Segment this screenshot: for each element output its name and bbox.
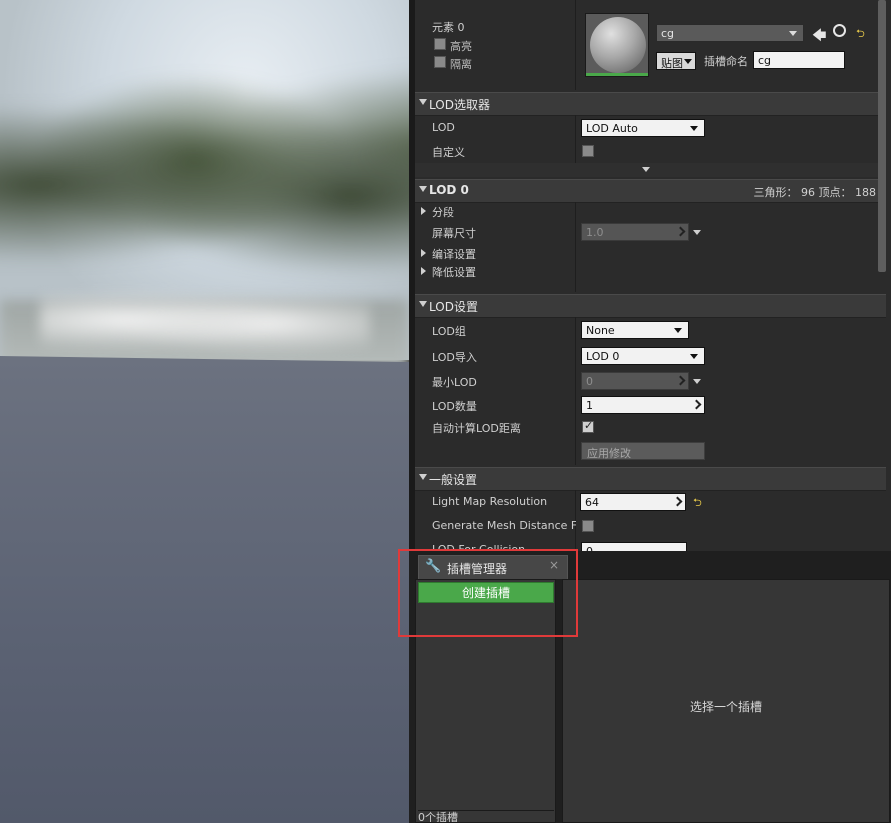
mesh-distance-label: Generate Mesh Distance Fiel <box>432 519 576 532</box>
viewport-floor <box>0 356 409 823</box>
isolate-checkbox[interactable] <box>434 56 446 68</box>
category-general-settings[interactable]: 一般设置 <box>415 467 886 491</box>
reset-icon[interactable]: ⮌ <box>693 494 702 513</box>
element-label: 元素 0 <box>432 21 465 34</box>
material-thumbnail[interactable] <box>585 13 649 77</box>
chevron-down-icon <box>690 354 698 359</box>
chevron-down-icon <box>690 126 698 131</box>
light-map-input[interactable]: 64 <box>580 493 686 511</box>
category-title: LOD 0 <box>429 183 469 197</box>
lod-count-label: LOD数量 <box>432 400 477 413</box>
expand-right-icon[interactable] <box>421 207 426 215</box>
custom-label: 自定义 <box>432 146 465 159</box>
collapse-icon <box>419 301 427 307</box>
empty-message: 选择一个插槽 <box>689 700 762 714</box>
screen-size-label: 屏幕尺寸 <box>432 227 476 240</box>
apply-changes-label: 应用修改 <box>587 447 631 460</box>
lod-import-label: LOD导入 <box>432 351 477 364</box>
auto-compute-checkbox[interactable] <box>582 419 594 433</box>
lod0-stats: 三角形： 96 顶点： 188 <box>753 186 876 199</box>
isolate-label: 隔离 <box>450 58 472 71</box>
chevron-down-icon <box>674 328 682 333</box>
material-sphere-icon <box>590 17 646 73</box>
reduction-settings-label: 降低设置 <box>432 266 476 279</box>
sections-label: 分段 <box>432 206 454 219</box>
highlight-annotation <box>398 549 578 637</box>
apply-changes-button[interactable]: 应用修改 <box>581 442 705 460</box>
build-settings-label: 编译设置 <box>432 248 476 261</box>
category-title: LOD设置 <box>429 300 478 314</box>
use-selected-icon[interactable]: 🡄 <box>812 25 826 49</box>
column-divider <box>575 115 576 163</box>
lod-group-value: None <box>586 324 615 337</box>
lod-group-dropdown[interactable]: None <box>581 321 689 339</box>
drag-grip-icon <box>675 375 686 386</box>
material-name: cg <box>661 27 675 40</box>
column-divider <box>575 317 576 465</box>
collapse-icon <box>419 474 427 480</box>
details-panel: 元素 0 高亮 隔离 cg 🡄 ⮌ 贴图 插槽命名 cg LOD选取器 LOD … <box>409 0 891 551</box>
min-lod-input[interactable]: 0 <box>581 372 689 390</box>
screen-size-input[interactable]: 1.0 <box>581 223 689 241</box>
category-lod0[interactable]: LOD 0 三角形： 96 顶点： 188 <box>415 179 886 203</box>
drag-grip-icon <box>691 399 702 410</box>
category-lod-settings[interactable]: LOD设置 <box>415 294 886 318</box>
expand-right-icon[interactable] <box>421 249 426 257</box>
slot-name-value: cg <box>758 54 772 67</box>
chevron-down-icon[interactable] <box>693 379 701 384</box>
auto-compute-label: 自动计算LOD距离 <box>432 422 521 435</box>
socket-count: 0个插槽 <box>418 810 554 822</box>
custom-checkbox[interactable] <box>582 145 594 157</box>
category-title: LOD选取器 <box>429 98 490 112</box>
viewport-trees <box>0 60 409 310</box>
category-title: 一般设置 <box>429 473 478 487</box>
texture-button-label: 贴图 <box>661 57 683 70</box>
lod-value: LOD Auto <box>586 122 638 135</box>
light-map-value: 64 <box>585 496 599 509</box>
collapse-icon <box>419 99 427 105</box>
slot-name-label: 插槽命名 <box>704 55 748 68</box>
advanced-expander[interactable] <box>415 163 886 177</box>
chevron-down-icon <box>789 31 797 36</box>
lod-dropdown[interactable]: LOD Auto <box>581 119 705 137</box>
screen-size-value: 1.0 <box>586 226 604 239</box>
column-divider <box>575 202 576 292</box>
drag-grip-icon <box>672 496 683 507</box>
details-scrollbar[interactable] <box>878 0 886 272</box>
browse-icon[interactable] <box>833 24 846 37</box>
material-combo[interactable]: cg <box>656 24 804 42</box>
material-type-bar <box>586 73 648 76</box>
min-lod-value: 0 <box>586 375 593 388</box>
lod-import-value: LOD 0 <box>586 350 620 363</box>
light-map-label: Light Map Resolution <box>432 495 548 508</box>
chevron-down-icon <box>684 59 692 64</box>
column-divider <box>575 0 576 90</box>
highlight-label: 高亮 <box>450 40 472 53</box>
category-lod-picker[interactable]: LOD选取器 <box>415 92 886 116</box>
min-lod-label: 最小LOD <box>432 376 477 389</box>
socket-details: 选择一个插槽 <box>562 579 890 823</box>
drag-grip-icon <box>675 226 686 237</box>
collapse-icon <box>419 186 427 192</box>
chevron-down-icon[interactable] <box>693 230 701 235</box>
texture-dropdown[interactable]: 贴图 <box>656 52 696 70</box>
slot-name-input[interactable]: cg <box>753 51 845 69</box>
mesh-distance-checkbox[interactable] <box>582 520 594 532</box>
lod-group-label: LOD组 <box>432 325 466 338</box>
viewport[interactable] <box>0 0 409 823</box>
lod-label: LOD <box>432 121 455 134</box>
lod-count-input[interactable]: 1 <box>581 396 705 414</box>
lod-collision-input[interactable]: 0 <box>581 542 687 551</box>
expand-right-icon[interactable] <box>421 267 426 275</box>
viewport-buildings <box>40 280 370 360</box>
expand-down-icon <box>642 167 650 172</box>
lod-import-dropdown[interactable]: LOD 0 <box>581 347 705 365</box>
reset-icon[interactable]: ⮌ <box>856 25 865 44</box>
highlight-checkbox[interactable] <box>434 38 446 50</box>
lod-count-value: 1 <box>586 399 593 412</box>
